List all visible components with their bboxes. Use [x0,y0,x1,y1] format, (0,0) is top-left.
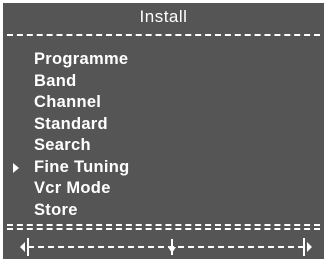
fine-tuning-slider[interactable] [20,238,312,256]
install-menu-panel: Install Programme Band Channel Standard … [3,3,324,259]
menu-item-search[interactable]: Search [3,135,324,157]
triangle-left-icon[interactable] [20,242,25,252]
menu-item-band[interactable]: Band [3,71,324,93]
bottom-divider [7,224,320,226]
menu-item-label: Vcr Mode [34,179,111,197]
slider-right-end [303,238,305,256]
menu-item-label: Fine Tuning [34,157,130,176]
bottom-divider-2 [7,228,320,230]
menu-item-label: Band [34,71,77,90]
menu-item-programme[interactable]: Programme [3,49,324,71]
menu-item-standard[interactable]: Standard [3,114,324,136]
slider-handle[interactable] [167,239,177,255]
menu-item-label: Store [34,200,78,219]
menu-title: Install [139,7,188,26]
triangle-right-icon[interactable] [307,242,312,252]
menu-item-channel[interactable]: Channel [3,92,324,114]
selection-pointer-icon [13,162,19,173]
menu-item-vcr-mode[interactable]: Vcr Mode [3,178,324,200]
slider-handle-pointer-icon [167,247,176,253]
menu-item-label: Channel [34,93,102,111]
menu-item-label: Standard [34,114,108,133]
menu-item-fine-tuning[interactable]: Fine Tuning [3,157,324,179]
menu-item-label: Search [34,136,91,154]
top-divider [7,34,320,36]
install-menu-list: Programme Band Channel Standard Search F… [3,49,324,221]
menu-item-store[interactable]: Store [3,200,324,222]
menu-item-label: Programme [34,50,129,68]
